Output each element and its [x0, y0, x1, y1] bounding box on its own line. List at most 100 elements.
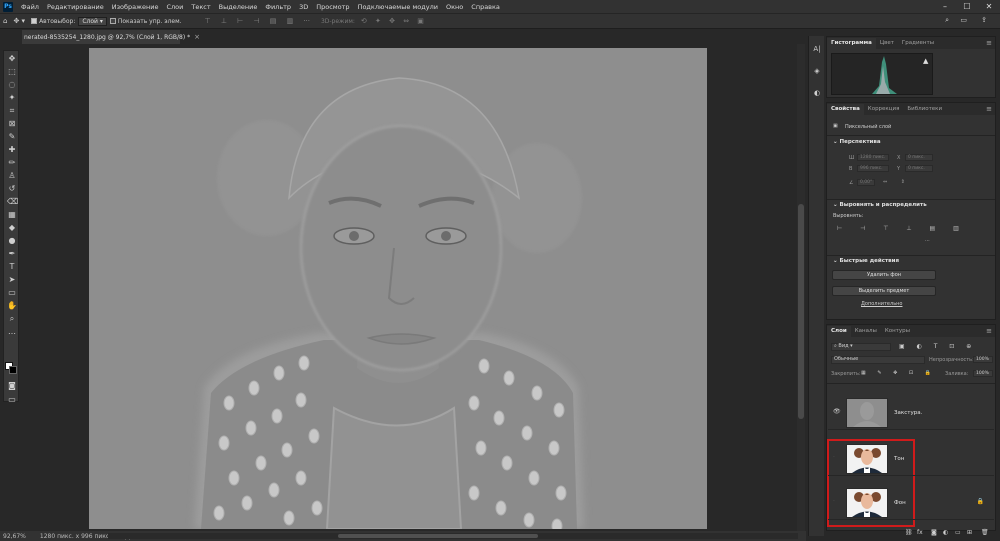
width-field[interactable]: 1280 пикс. — [857, 154, 889, 161]
fill-field[interactable]: 100% — [973, 370, 993, 377]
menu-select[interactable]: Выделение — [215, 3, 262, 11]
crop-icon[interactable]: ⌗ — [7, 106, 17, 116]
more-link[interactable]: Дополнительно — [861, 301, 902, 307]
align-section-title[interactable]: ⌄ Выровнять и распределить — [833, 202, 927, 208]
workspace-icon[interactable]: ▭ — [960, 16, 967, 24]
tab-color[interactable]: Цвет — [876, 38, 898, 49]
tab-properties[interactable]: Свойства — [827, 104, 864, 115]
transform-section-title[interactable]: ⌄ Перспектива — [833, 139, 881, 145]
history-brush-icon[interactable]: ↺ — [7, 184, 17, 194]
gradient-icon[interactable]: ▦ — [7, 210, 17, 220]
angle-field[interactable]: 0,00° — [857, 179, 875, 186]
link-icon[interactable]: ⛓ — [905, 529, 913, 536]
magic-wand-icon[interactable]: ✦ — [7, 93, 17, 103]
remove-background-button[interactable]: Удалить фон — [832, 270, 936, 280]
layer-row[interactable]: 👁 Закстура. — [828, 395, 994, 430]
quick-actions-title[interactable]: ⌄ Быстрые действия — [833, 258, 899, 264]
eyedropper-icon[interactable]: ✎ — [7, 132, 17, 142]
y-field[interactable]: 0 пикс. — [905, 165, 933, 172]
lasso-icon[interactable]: ◌ — [7, 80, 17, 90]
layer-row[interactable]: · Тон — [828, 441, 994, 476]
type-icon[interactable]: T — [7, 262, 17, 272]
libraries-icon[interactable]: ◈ — [812, 66, 822, 76]
panel-menu-icon[interactable]: ≡ — [986, 327, 992, 335]
quick-mask-icon[interactable]: ◙ — [7, 381, 17, 391]
background-color-swatch[interactable] — [9, 366, 17, 374]
menu-type[interactable]: Текст — [187, 3, 214, 11]
more-options-icon[interactable]: ··· — [303, 17, 310, 25]
close-tab-icon[interactable]: × — [194, 33, 200, 41]
path-select-icon[interactable]: ➤ — [7, 275, 17, 285]
menu-plugins[interactable]: Подключаемые модули — [354, 3, 442, 11]
home-icon[interactable]: ⌂ — [3, 17, 7, 25]
layer-filter-dropdown[interactable]: ⌕ Вид ▾ — [831, 343, 891, 351]
screen-mode-icon[interactable]: ▭ — [7, 395, 17, 405]
adjustments-icon[interactable]: ◐ — [812, 88, 822, 98]
move-tool-preset-icon[interactable]: ✥ ▾ — [13, 17, 25, 25]
height-field[interactable]: 996 пикс. — [857, 165, 889, 172]
zoom-level[interactable]: 92,67% — [3, 533, 26, 540]
document-image[interactable] — [89, 48, 707, 529]
adjustment-layer-icon[interactable]: ◐ — [943, 529, 948, 536]
zoom-icon[interactable]: ⌕ — [7, 314, 17, 324]
maximize-icon[interactable]: ☐ — [956, 0, 978, 13]
more-tools-icon[interactable]: … — [7, 327, 17, 337]
autoselect-checkbox[interactable]: Автовыбор: — [31, 17, 75, 25]
move-icon[interactable]: ✥ — [7, 54, 17, 64]
layer-name[interactable]: Фон — [894, 500, 906, 506]
blur-icon[interactable]: ◆ — [7, 223, 17, 233]
mask-icon[interactable]: ◙ — [931, 529, 937, 536]
layer-filter-icons[interactable]: ▣ ◐ T ⊡ ⊕ — [899, 343, 976, 350]
share-icon[interactable]: ⇪ — [981, 16, 987, 24]
rectangle-icon[interactable]: ▭ — [7, 288, 17, 298]
show-transform-checkbox[interactable]: Показать упр. элем. — [109, 17, 182, 25]
menu-file[interactable]: Файл — [17, 3, 43, 11]
layer-name[interactable]: Закстура. — [894, 410, 922, 416]
group-icon[interactable]: ▭ — [955, 529, 961, 536]
search-icon[interactable]: ⌕ — [945, 16, 949, 25]
flip-icons[interactable]: ⇔ ⇕ — [883, 179, 911, 185]
lock-icon[interactable]: 🔒 — [977, 498, 984, 505]
eye-hidden-icon[interactable]: · — [833, 498, 835, 505]
menu-view[interactable]: Просмотр — [312, 3, 353, 11]
eye-icon[interactable]: 👁 — [833, 408, 841, 415]
tab-paths[interactable]: Контуры — [881, 326, 914, 337]
healing-icon[interactable]: ✚ — [7, 145, 17, 155]
menu-layers[interactable]: Слои — [162, 3, 187, 11]
x-field[interactable]: 0 пикс. — [905, 154, 933, 161]
vertical-scrollbar[interactable] — [797, 44, 805, 531]
align-buttons[interactable]: ⊤ ⊥ ⊢ ⊣ ▤ ▥ — [205, 17, 298, 25]
menu-help[interactable]: Справка — [467, 3, 504, 11]
hand-icon[interactable]: ✋ — [7, 301, 17, 311]
new-layer-icon[interactable]: ⊞ — [967, 529, 972, 536]
dodge-icon[interactable]: ● — [7, 236, 17, 246]
menu-image[interactable]: Изображение — [108, 3, 163, 11]
horizontal-scrollbar[interactable] — [108, 533, 798, 539]
tab-layers[interactable]: Слои — [827, 326, 851, 337]
eye-hidden-icon[interactable]: · — [833, 454, 835, 461]
opacity-field[interactable]: 100% — [973, 356, 993, 363]
menu-filter[interactable]: Фильтр — [261, 3, 295, 11]
layer-name[interactable]: Тон — [894, 456, 904, 462]
tab-histogram[interactable]: Гистограмма — [827, 38, 876, 49]
marquee-icon[interactable]: ⬚ — [7, 67, 17, 77]
panel-menu-icon[interactable]: ≡ — [986, 39, 992, 47]
frame-icon[interactable]: ⊠ — [7, 119, 17, 129]
panel-menu-icon[interactable]: ≡ — [986, 105, 992, 113]
warning-icon[interactable]: ▲ — [923, 57, 928, 65]
minimize-icon[interactable]: – — [934, 0, 956, 13]
select-subject-button[interactable]: Выделить предмет — [832, 286, 936, 296]
menu-window[interactable]: Окно — [442, 3, 467, 11]
3d-mode-icons[interactable]: ⟲ ✦ ✥ ⇔ ▣ — [361, 17, 427, 25]
close-icon[interactable]: ✕ — [978, 0, 1000, 13]
menu-3d[interactable]: 3D — [295, 3, 312, 11]
trash-icon[interactable]: 🗑 — [981, 529, 989, 536]
tab-libraries[interactable]: Библиотеки — [903, 104, 946, 115]
document-tab[interactable]: nerated-8535254_1280.jpg @ 92,7% (Слой 1… — [22, 30, 200, 44]
tab-channels[interactable]: Каналы — [851, 326, 881, 337]
brush-icon[interactable]: ✏ — [7, 158, 17, 168]
blend-mode-dropdown[interactable]: Обычные — [831, 356, 925, 364]
stamp-icon[interactable]: ♙ — [7, 171, 17, 181]
tab-adjustments[interactable]: Коррекция — [864, 104, 904, 115]
lock-icons[interactable]: ▦ ✎ ✥ ⊡ 🔒 — [861, 370, 936, 376]
